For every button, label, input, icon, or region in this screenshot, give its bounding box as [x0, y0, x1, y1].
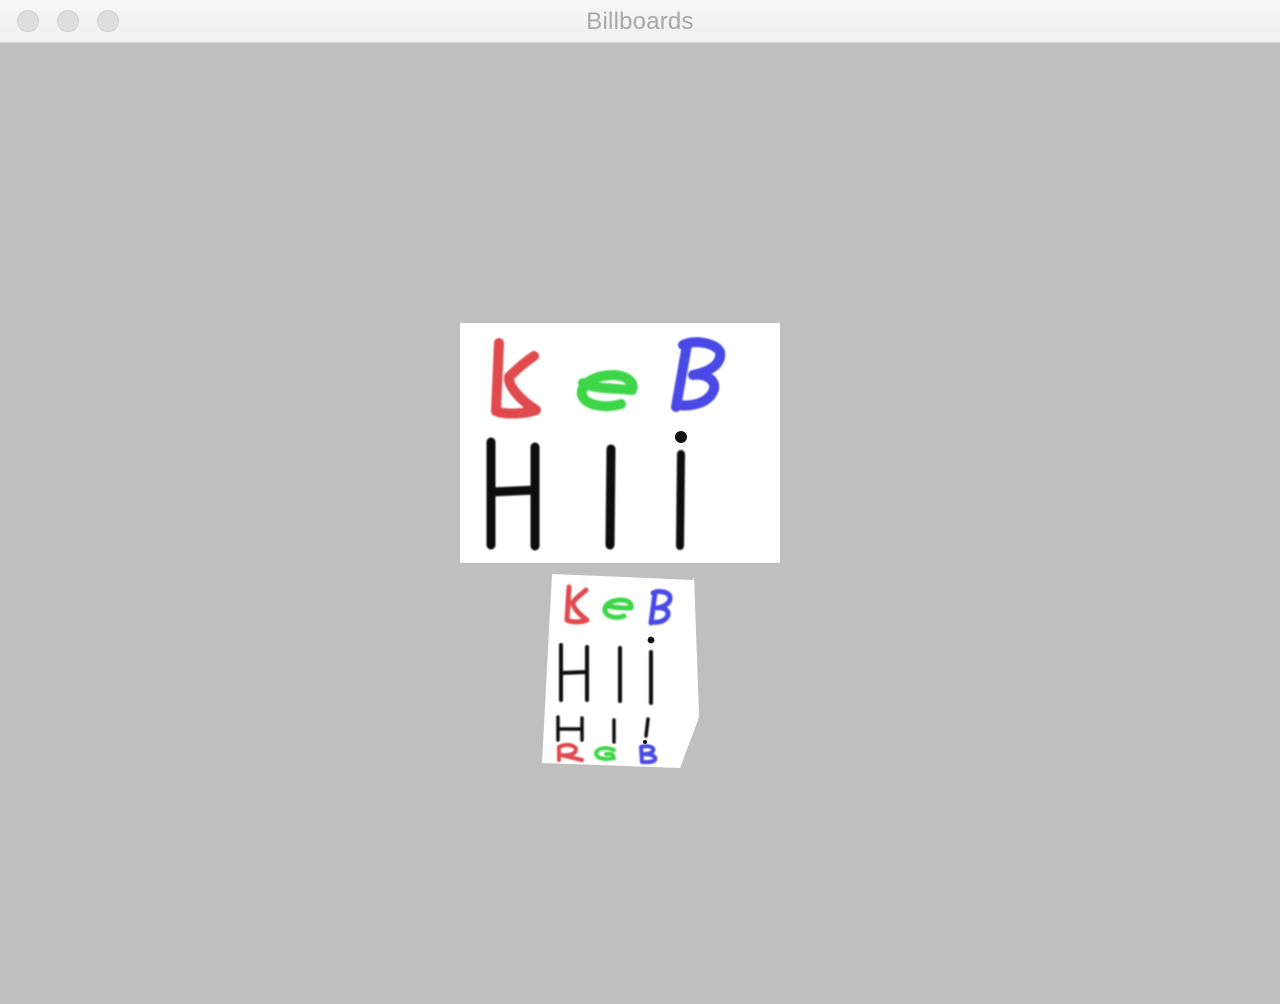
scene-canvas: [460, 323, 780, 768]
app-window: Billboards: [0, 0, 1280, 1004]
glyph-i-stem: [676, 450, 685, 550]
cube-billboard: [542, 574, 699, 768]
glyph-l-black: [605, 444, 616, 550]
cube-glyph-exclaim: [644, 717, 650, 738]
render-viewport[interactable]: [0, 43, 1280, 1004]
billboard-panel: [460, 323, 780, 563]
window-title: Billboards: [586, 8, 694, 35]
cube-glyph-i-dot: [647, 636, 655, 644]
glyph-e-green: [576, 370, 638, 412]
title-bar[interactable]: Billboards: [0, 0, 1280, 43]
billboard-large: [460, 323, 780, 563]
glyph-i-dot: [675, 431, 687, 443]
cube-glyph-exclaim-dot: [643, 740, 647, 744]
